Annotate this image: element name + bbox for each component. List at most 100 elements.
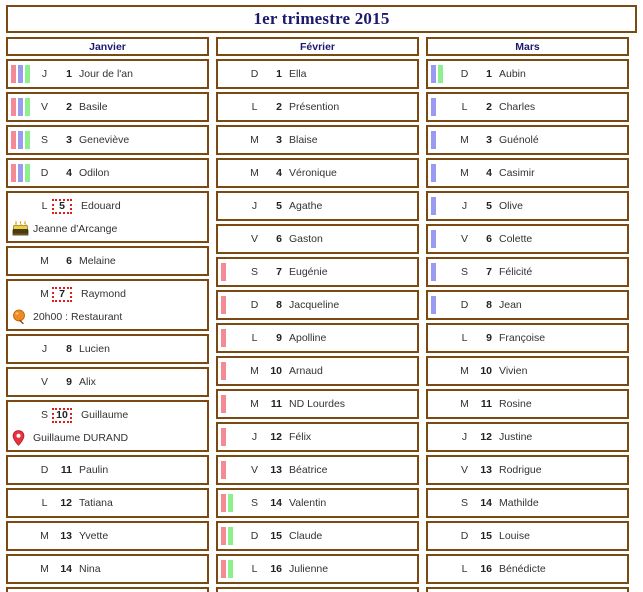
day-row[interactable]: J 12 Justine bbox=[426, 422, 629, 452]
day-row[interactable]: V 13 Béatrice bbox=[216, 455, 419, 485]
day-row[interactable]: M 4 Véronique bbox=[216, 158, 419, 188]
event-line[interactable]: Guillaume DURAND bbox=[8, 428, 207, 450]
day-row[interactable]: D 1 Ella bbox=[216, 59, 419, 89]
period-bar-pink bbox=[221, 494, 226, 512]
day-row[interactable]: S 14 Valentin bbox=[216, 488, 419, 518]
period-color-bars bbox=[221, 329, 247, 347]
day-row[interactable]: D 15 Louise bbox=[426, 521, 629, 551]
day-row[interactable]: L 2 Présention bbox=[216, 92, 419, 122]
day-row[interactable]: V 9 Alix bbox=[6, 367, 209, 397]
day-number: 15 bbox=[480, 530, 492, 542]
day-row[interactable]: L 16 Julienne bbox=[216, 554, 419, 584]
month-name: Janvier bbox=[89, 40, 126, 53]
day-of-week-letter: J bbox=[461, 431, 468, 443]
period-color-bars bbox=[431, 131, 457, 149]
month-name: Mars bbox=[515, 40, 540, 53]
day-row[interactable]: L 9 Françoise bbox=[426, 323, 629, 353]
period-color-bars bbox=[221, 527, 247, 545]
day-row[interactable]: M 3 Guénolé bbox=[426, 125, 629, 155]
day-number: 15 bbox=[270, 530, 282, 542]
event-line[interactable]: 20h00 : Restaurant bbox=[8, 307, 207, 329]
day-number: 14 bbox=[60, 563, 72, 575]
day-of-week-letter: D bbox=[250, 299, 259, 311]
day-row[interactable]: D 8 Jacqueline bbox=[216, 290, 419, 320]
day-row[interactable]: M 10 Vivien bbox=[426, 356, 629, 386]
day-main-line: M 7 Raymond bbox=[8, 281, 207, 307]
day-row[interactable]: J 5 Olive bbox=[426, 191, 629, 221]
day-row[interactable]: S 3 Geneviève bbox=[6, 125, 209, 155]
day-of-week-letter: V bbox=[40, 376, 48, 388]
day-row[interactable]: D 8 Jean bbox=[426, 290, 629, 320]
day-row[interactable]: M 7 Raymond 20h00 : Restaurant bbox=[6, 279, 209, 331]
period-color-bars bbox=[221, 296, 247, 314]
day-row[interactable]: L 16 Bénédicte bbox=[426, 554, 629, 584]
day-row[interactable]: V 6 Gaston bbox=[216, 224, 419, 254]
day-number: 10 bbox=[270, 365, 282, 377]
day-main-line: V 13 Béatrice bbox=[218, 457, 417, 483]
day-row[interactable]: S 7 Félicité bbox=[426, 257, 629, 287]
day-row[interactable]: M 13 Yvette bbox=[6, 521, 209, 551]
day-row[interactable]: M 11 ND Lourdes bbox=[216, 389, 419, 419]
day-row[interactable]: S 10 Guillaume Guillaume DURAND bbox=[6, 400, 209, 452]
saint-name: Guénolé bbox=[499, 134, 539, 146]
day-main-line: M 13 Yvette bbox=[8, 523, 207, 549]
day-row[interactable]: D 4 Odilon bbox=[6, 158, 209, 188]
balloon-icon bbox=[12, 309, 30, 325]
day-row[interactable]: J 12 Félix bbox=[216, 422, 419, 452]
day-main-line: L 16 Julienne bbox=[218, 556, 417, 582]
day-number: 7 bbox=[276, 266, 282, 278]
day-of-week-letter: J bbox=[461, 200, 468, 212]
day-row[interactable]: J 8 Lucien bbox=[6, 334, 209, 364]
day-row[interactable]: J 5 Agathe bbox=[216, 191, 419, 221]
day-row[interactable]: M17Alexis bbox=[216, 587, 419, 592]
day-row[interactable]: L 12 Tatiana bbox=[6, 488, 209, 518]
day-row[interactable]: D 15 Claude bbox=[216, 521, 419, 551]
day-of-week-letter: V bbox=[40, 101, 48, 113]
day-row[interactable]: D 11 Paulin bbox=[6, 455, 209, 485]
day-of-week-letter: D bbox=[40, 167, 49, 179]
saint-name: Aubin bbox=[499, 68, 526, 80]
day-row[interactable]: V 13 Rodrigue bbox=[426, 455, 629, 485]
day-row[interactable]: S 14 Mathilde bbox=[426, 488, 629, 518]
day-row[interactable]: M 10 Arnaud bbox=[216, 356, 419, 386]
day-row[interactable]: S 7 Eugénie bbox=[216, 257, 419, 287]
day-number: 2 bbox=[486, 101, 492, 113]
day-number: 13 bbox=[270, 464, 282, 476]
saint-name: Raymond bbox=[81, 288, 126, 300]
day-row[interactable]: M 4 Casimir bbox=[426, 158, 629, 188]
event-line[interactable]: Jeanne d'Arcange bbox=[8, 219, 207, 241]
day-row[interactable]: L 5 Edouard Jeanne d'Arcange bbox=[6, 191, 209, 243]
period-bar-green bbox=[438, 65, 443, 83]
day-row[interactable]: L 2 Charles bbox=[426, 92, 629, 122]
day-number: 6 bbox=[66, 255, 72, 267]
day-number-marked: 7 bbox=[52, 286, 72, 302]
day-row[interactable]: J15Rémi bbox=[6, 587, 209, 592]
day-of-week-letter: S bbox=[40, 409, 48, 421]
day-row[interactable]: V 2 Basile bbox=[6, 92, 209, 122]
period-color-bars bbox=[221, 428, 247, 446]
day-row[interactable]: V 6 Colette bbox=[426, 224, 629, 254]
day-row[interactable]: M 6 Melaine bbox=[6, 246, 209, 276]
day-number: 2 bbox=[276, 101, 282, 113]
saint-name: Véronique bbox=[289, 167, 337, 179]
period-bar-pink bbox=[221, 296, 226, 314]
day-main-line: D 8 Jacqueline bbox=[218, 292, 417, 318]
period-color-bars bbox=[221, 98, 247, 116]
period-bar-pink bbox=[221, 263, 226, 281]
saint-name: Arnaud bbox=[289, 365, 323, 377]
day-of-week-letter: L bbox=[461, 101, 468, 113]
day-row[interactable]: L 9 Apolline bbox=[216, 323, 419, 353]
period-color-bars bbox=[11, 340, 37, 358]
day-number: 14 bbox=[270, 497, 282, 509]
day-row[interactable]: D 1 Aubin bbox=[426, 59, 629, 89]
saint-name: Paulin bbox=[79, 464, 109, 476]
day-row[interactable]: M 11 Rosine bbox=[426, 389, 629, 419]
day-row[interactable]: M 14 Nina bbox=[6, 554, 209, 584]
day-row[interactable]: J 1 Jour de l'an bbox=[6, 59, 209, 89]
day-of-week-letter: D bbox=[460, 68, 469, 80]
day-of-week-letter: M bbox=[460, 134, 469, 146]
day-number: 4 bbox=[276, 167, 282, 179]
day-main-line: D 15 Louise bbox=[428, 523, 627, 549]
day-row[interactable]: M17Patrice bbox=[426, 587, 629, 592]
day-row[interactable]: M 3 Blaise bbox=[216, 125, 419, 155]
